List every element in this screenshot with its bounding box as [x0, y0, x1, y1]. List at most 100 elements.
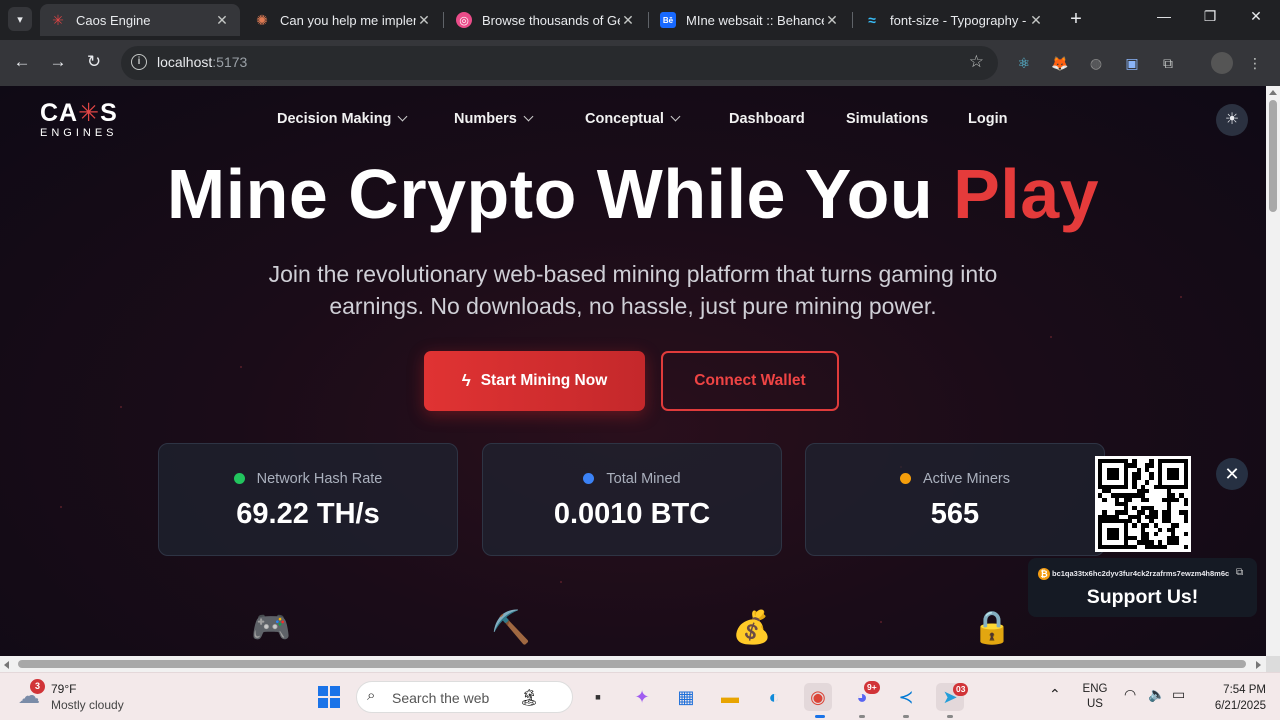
close-icon[interactable]: ✕ [214, 12, 230, 29]
qr-module [1145, 523, 1150, 528]
vertical-scrollbar[interactable] [1266, 86, 1280, 656]
battery-icon[interactable]: ▭ [1172, 686, 1185, 703]
tab-dribbble[interactable]: ◎ Browse thousands of Ger ✕ [446, 4, 646, 36]
url-text[interactable]: localhost:5173 [157, 54, 247, 70]
url-port: :5173 [212, 54, 248, 70]
tab-separator [443, 12, 444, 28]
copilot-icon[interactable]: ✦ [628, 683, 656, 711]
scrollbar-corner [1266, 656, 1280, 672]
nav-dashboard[interactable]: Dashboard [729, 111, 805, 127]
chrome-icon[interactable]: ◉ [804, 683, 832, 711]
weather-temperature[interactable]: 79°F [51, 682, 76, 696]
tab-separator [648, 12, 649, 28]
star-dot [120, 406, 122, 408]
qr-module [1145, 488, 1150, 494]
browser-toolbar: ← → ↻ i localhost:5173 ☆ ⚛ 🦊 ◍ ▣ ⧉ ⋮ [0, 40, 1280, 86]
file-explorer-icon[interactable]: ▬ [716, 683, 744, 711]
vscode-icon[interactable]: ≺ [892, 683, 920, 711]
close-icon[interactable]: ✕ [620, 12, 636, 29]
metamask-icon[interactable]: 🦊 [1050, 53, 1070, 73]
support-widget[interactable]: ₿ bc1qa33tx6hc2dyv3fur4ck2rzafrms7ewzm4h… [1028, 558, 1257, 617]
bookmark-star-icon[interactable]: ☆ [969, 52, 984, 72]
start-mining-button[interactable]: ϟ Start Mining Now [424, 351, 645, 411]
tab-behance[interactable]: Bē MIne websait :: Behance ✕ [650, 4, 850, 36]
menu-kebab-icon[interactable]: ⋮ [1245, 53, 1265, 73]
qr-module [1175, 476, 1180, 481]
nav-decision-making[interactable]: Decision Making [277, 111, 408, 127]
address-bar[interactable]: i localhost:5173 ☆ [121, 46, 998, 80]
windows-start-icon[interactable] [318, 686, 340, 708]
chevron-up-icon[interactable]: ⌃ [1049, 686, 1061, 703]
qr-module [1115, 536, 1120, 541]
scroll-up-arrow-icon[interactable] [1269, 90, 1277, 95]
edge-icon[interactable]: ◐ [760, 683, 788, 711]
extension-gray-icon[interactable]: ◍ [1086, 53, 1106, 73]
scroll-thumb[interactable] [1269, 100, 1277, 212]
scroll-thumb[interactable] [18, 660, 1246, 668]
react-devtools-icon[interactable]: ⚛ [1014, 53, 1034, 73]
running-indicator [859, 715, 865, 718]
volume-icon[interactable]: 🔈 [1148, 686, 1165, 703]
close-icon[interactable]: ✕ [824, 12, 840, 29]
qr-module [1157, 527, 1163, 532]
qr-module [1123, 484, 1128, 489]
qr-module [1145, 497, 1150, 502]
weather-badge: 3 [30, 679, 45, 694]
close-icon[interactable]: ✕ [1216, 458, 1248, 490]
tab-tailwind[interactable]: ≈ font-size - Typography - ✕ [854, 4, 1054, 36]
browser-tab-bar: ▾ ✳ Caos Engine ✕ ✺ Can you help me impl… [0, 0, 1280, 40]
nav-numbers[interactable]: Numbers [454, 111, 534, 127]
site-logo[interactable]: CA✳S ENGINES [40, 100, 118, 139]
system-clock[interactable]: 7:54 PM 6/21/2025 [1196, 682, 1266, 714]
tab-caos-engine[interactable]: ✳ Caos Engine ✕ [40, 4, 240, 36]
restore-icon[interactable]: ❐ [1200, 8, 1220, 25]
extension-screen-icon[interactable]: ▣ [1122, 53, 1142, 73]
qr-module [1183, 544, 1188, 549]
nav-login[interactable]: Login [968, 111, 1007, 127]
site-info-icon[interactable]: i [131, 54, 147, 70]
qr-module [1132, 544, 1137, 549]
weather-condition[interactable]: Mostly cloudy [51, 698, 124, 712]
language-code: ENG [1082, 683, 1108, 695]
tab-title: Caos Engine [76, 12, 151, 28]
close-icon[interactable]: ✕ [1028, 12, 1044, 29]
scroll-left-arrow-icon[interactable] [4, 661, 9, 669]
scroll-right-arrow-icon[interactable] [1256, 661, 1261, 669]
tab-search-button[interactable]: ▾ [8, 7, 32, 31]
theme-toggle-sun-icon[interactable]: ☀ [1216, 104, 1248, 136]
bitcoin-address[interactable]: bc1qa33tx6hc2dyv3fur4ck2rzafrms7ewzm4h8m… [1052, 569, 1229, 578]
tab-claude[interactable]: ✺ Can you help me implem ✕ [244, 4, 442, 36]
store-icon[interactable]: ▦ [672, 683, 700, 711]
taskbar-search-box[interactable]: ⌕ Search the web 🏝 [356, 681, 573, 713]
new-tab-button[interactable]: + [1066, 8, 1086, 30]
extensions-puzzle-icon[interactable]: ⧉ [1158, 53, 1178, 73]
window-close-icon[interactable]: ✕ [1246, 8, 1266, 25]
close-icon[interactable]: ✕ [416, 12, 432, 29]
qr-grid [1098, 459, 1188, 549]
star-dot [60, 506, 62, 508]
profile-avatar[interactable] [1211, 52, 1233, 74]
discord-badge: 9+ [864, 681, 880, 694]
task-view-icon[interactable]: ▪ [584, 683, 612, 711]
stat-card-total-mined: Total Mined 0.0010 BTC [482, 443, 782, 556]
region-code: US [1087, 698, 1103, 710]
status-dot-blue [583, 473, 595, 484]
forward-arrow-icon[interactable]: → [47, 52, 69, 72]
connect-wallet-button[interactable]: Connect Wallet [661, 351, 839, 411]
search-highlight-icon: 🏝 [519, 690, 540, 707]
copy-icon[interactable]: ⧉ [1236, 567, 1243, 578]
minimize-icon[interactable]: — [1154, 8, 1174, 24]
qr-module [1162, 544, 1167, 549]
wifi-icon[interactable]: ◠ [1124, 686, 1136, 703]
reload-icon[interactable]: ↻ [83, 52, 105, 72]
back-arrow-icon[interactable]: ← [11, 52, 33, 72]
language-indicator[interactable]: ENG US [1080, 682, 1110, 712]
nav-conceptual[interactable]: Conceptual [585, 111, 681, 127]
gamepad-icon: 🎮 [251, 609, 291, 645]
lock-icon: 🔒 [972, 609, 1012, 645]
qr-module [1102, 497, 1107, 502]
hero-subtitle: Join the revolutionary web-based mining … [268, 261, 998, 319]
horizontal-scrollbar[interactable] [0, 656, 1266, 672]
nav-simulations[interactable]: Simulations [846, 111, 928, 127]
clock-time: 7:54 PM [1223, 684, 1266, 696]
